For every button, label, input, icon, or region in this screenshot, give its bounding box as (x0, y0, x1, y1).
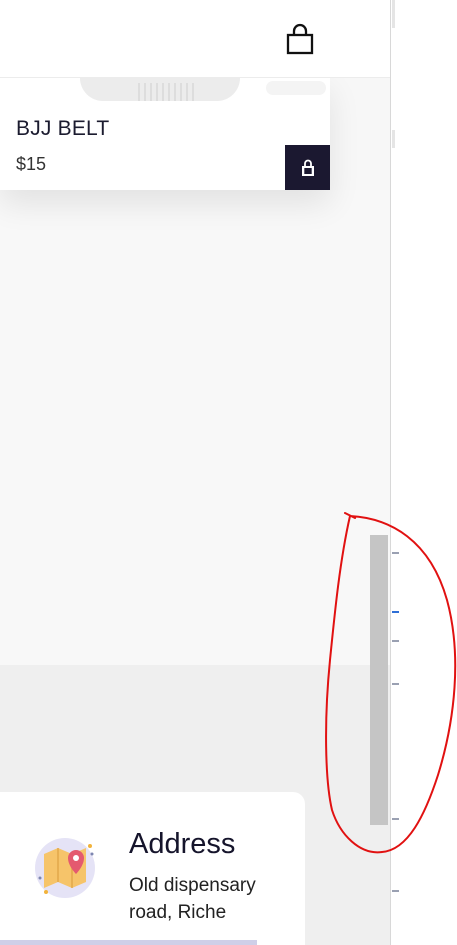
content-area (0, 190, 390, 665)
panel-mark (392, 640, 399, 642)
panel-mark (392, 552, 399, 554)
product-name: BJJ BELT (16, 117, 110, 140)
address-card: Address Old dispensary road, Riche (0, 792, 305, 945)
add-to-cart-button[interactable] (285, 145, 330, 190)
product-price: $15 (16, 154, 47, 174)
panel-mark (392, 683, 399, 685)
shopping-bag-icon (286, 23, 314, 55)
panel-tick (392, 0, 395, 28)
address-text: Old dispensary road, Riche (129, 875, 256, 923)
product-image (16, 77, 330, 101)
address-title: Address (129, 828, 236, 860)
adjacent-panel (390, 0, 457, 945)
scrollbar-thumb[interactable] (370, 535, 388, 825)
top-header (0, 0, 390, 78)
panel-mark (392, 818, 399, 820)
horizontal-scrollbar[interactable] (0, 940, 257, 945)
panel-tick (392, 130, 395, 148)
shopping-bag-icon (301, 159, 314, 176)
panel-mark (392, 611, 399, 613)
product-card[interactable]: BJJ BELT $15 (0, 77, 330, 190)
map-pin-icon (35, 838, 95, 898)
page-viewport: BJJ BELT $15 Address Old dispensary road… (0, 0, 390, 945)
panel-mark (392, 890, 399, 892)
cart-button[interactable] (284, 22, 316, 56)
